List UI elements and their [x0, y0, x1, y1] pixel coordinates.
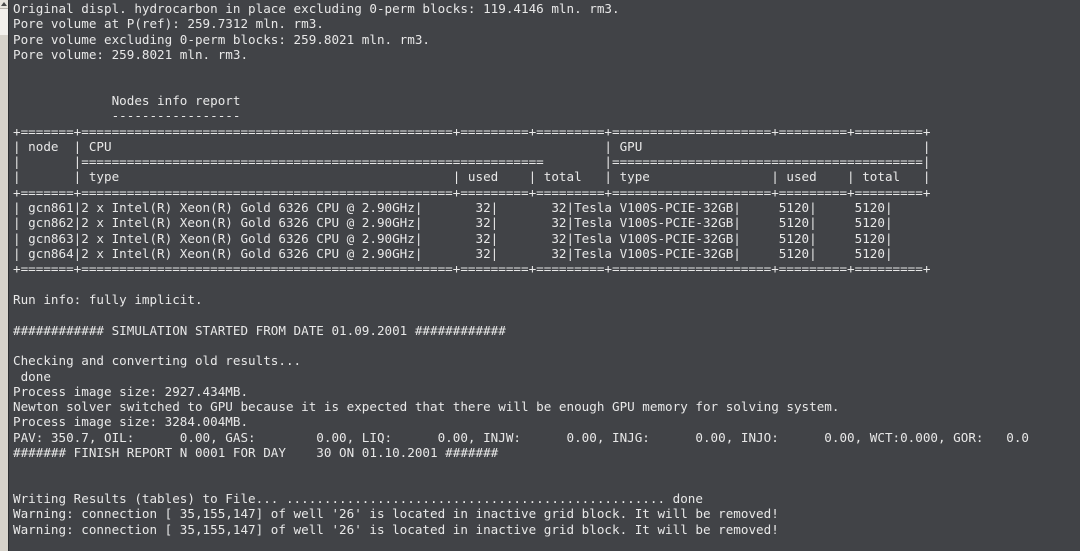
console-line: PAV: 350.7, OIL: 0.00, GAS: 0.00, LIQ: 0…: [13, 429, 1029, 445]
triangle-up-icon: [1, 2, 7, 6]
console-line: Process image size: 2927.434MB.: [13, 383, 249, 399]
console-line: | gcn862|2 x Intel(R) Xeon(R) Gold 6326 …: [13, 215, 893, 231]
vertical-scrollbar[interactable]: [0, 0, 9, 551]
console-line: ####### FINISH REPORT N 0001 FOR DAY 30 …: [13, 445, 499, 461]
console-line: | gcn861|2 x Intel(R) Xeon(R) Gold 6326 …: [13, 200, 893, 216]
scrollbar-up-arrow-icon[interactable]: [0, 0, 8, 9]
scrollbar-track[interactable]: [0, 35, 8, 551]
console-line: Pore volume: 259.8021 mln. rm3.: [13, 46, 249, 62]
console-line: | gcn864|2 x Intel(R) Xeon(R) Gold 6326 …: [13, 246, 893, 261]
console-line: done: [13, 368, 51, 384]
console-line: ############ SIMULATION STARTED FROM DAT…: [13, 322, 506, 338]
console-output-area[interactable]: Original displ. hydrocarbon in place exc…: [9, 0, 1080, 551]
console-line: Checking and converting old results...: [13, 353, 302, 369]
console-line: Writing Results (tables) to File... ....…: [13, 491, 703, 506]
console-line: Pore volume at P(ref): 259.7312 mln. rm3…: [13, 16, 324, 32]
console-line: +=======+===============================…: [13, 261, 931, 277]
console-line: Process image size: 3284.004MB.: [13, 414, 249, 430]
console-line: | | type | used | total | type | used | …: [13, 169, 931, 185]
console-line: Newton solver switched to GPU because it…: [13, 399, 840, 415]
console-line: Warning: connection [ 35,155,147] of wel…: [13, 506, 779, 522]
console-line: | node | CPU | GPU |: [13, 138, 931, 154]
scrollbar-thumb[interactable]: [0, 9, 8, 35]
console-line: +=======+===============================…: [13, 184, 931, 200]
console-line: +=======+===============================…: [13, 123, 931, 139]
console-line: | |=====================================…: [13, 154, 931, 170]
console-line: Warning: connection [ 35,155,147] of wel…: [13, 521, 779, 537]
terminal-window: Original displ. hydrocarbon in place exc…: [0, 0, 1080, 551]
console-line: -----------------: [13, 108, 241, 124]
console-line: Pore volume excluding 0-perm blocks: 259…: [13, 31, 431, 47]
console-line: Run info: fully implicit.: [13, 291, 203, 307]
console-line: Nodes info report: [13, 92, 241, 108]
console-line: Original displ. hydrocarbon in place exc…: [13, 1, 620, 16]
console-line: | gcn863|2 x Intel(R) Xeon(R) Gold 6326 …: [13, 230, 893, 246]
